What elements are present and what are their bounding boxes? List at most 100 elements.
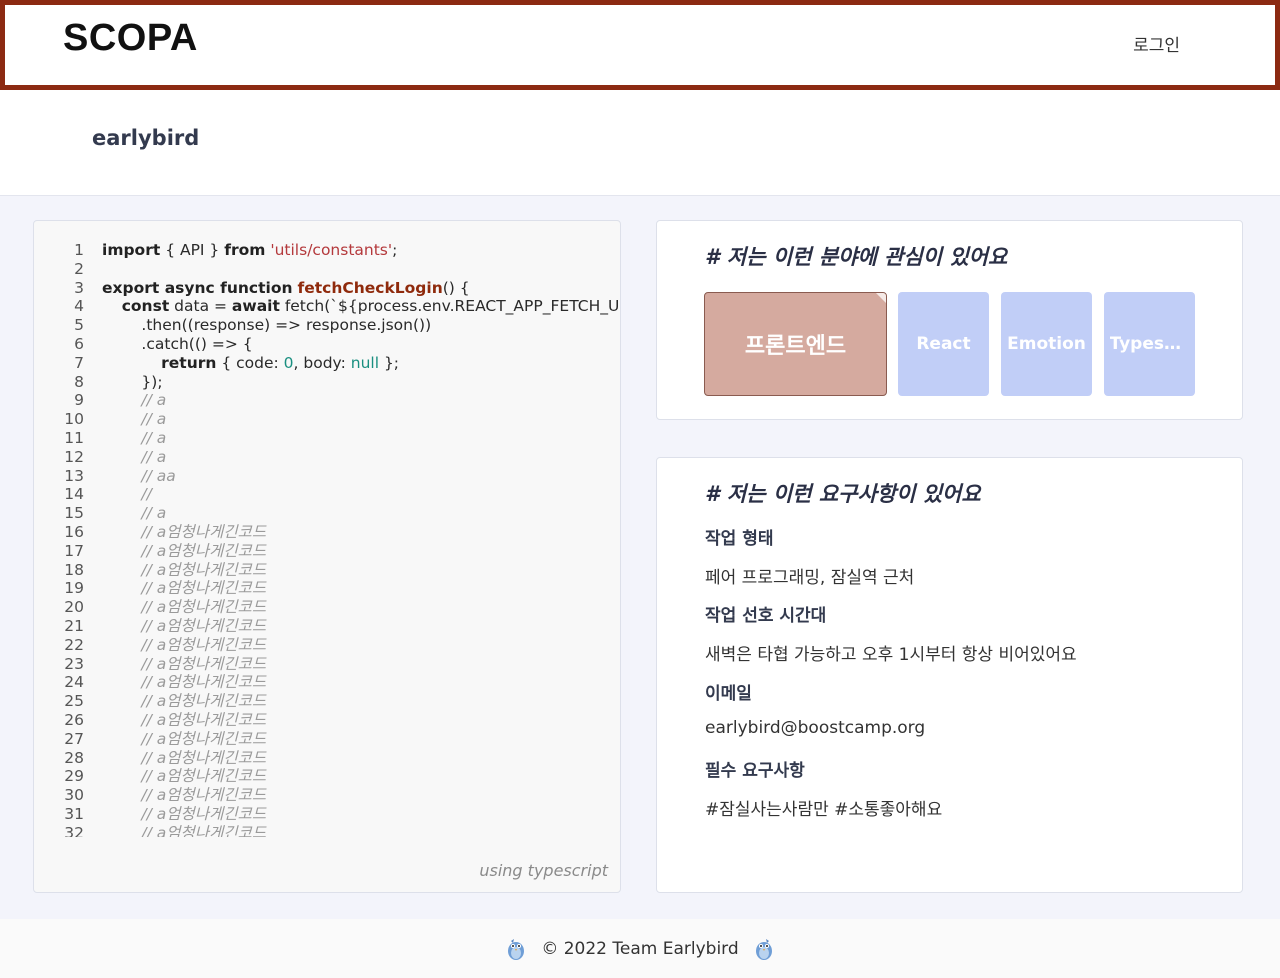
line-number: 4 xyxy=(74,297,84,316)
tag-react[interactable]: React xyxy=(898,292,989,396)
line-content: export async function fetchCheckLogin() … xyxy=(102,279,470,298)
code-token: // a엄청나게긴코드 xyxy=(102,579,267,598)
code-line: 19 // a엄청나게긴코드 xyxy=(34,579,620,598)
code-token: // a xyxy=(102,447,167,466)
line-number: 23 xyxy=(64,654,84,673)
line-content: // a xyxy=(102,504,166,523)
username: earlybird xyxy=(92,126,200,150)
requirements-title: # 저는 이런 요구사항이 있어요 xyxy=(705,482,981,506)
field-label: 작업 선호 시간대 xyxy=(705,606,827,626)
code-line: 29 // a엄청나게긴코드 xyxy=(34,767,620,786)
code-line: 3 export async function fetchCheckLogin()… xyxy=(34,278,620,298)
line-number: 32 xyxy=(64,823,84,837)
tag-label: Typescript xyxy=(1109,334,1190,354)
tag-typescript[interactable]: Typescript xyxy=(1104,292,1195,396)
code-line: 32 // a엄청나게긴코드 xyxy=(34,823,620,837)
line-content: const data = await fetch(`${process.env.… xyxy=(102,297,621,316)
line-content: // a엄청나게긴코드 xyxy=(102,579,266,598)
line-content: // a엄청나게긴코드 xyxy=(102,673,266,692)
code-line: 24 // a엄청나게긴코드 xyxy=(34,673,620,692)
code-token: fetch(`${process.env.REACT_APP_FETCH_URL… xyxy=(279,297,621,316)
footer: © 2022 Team Earlybird xyxy=(0,919,1280,978)
code-token: // a엄청나게긴코드 xyxy=(102,522,267,541)
code-token: // a xyxy=(102,504,167,523)
interest-card: # 저는 이런 분야에 관심이 있어요 프론트엔드 React Emotion … xyxy=(656,220,1243,420)
code-token: , body: xyxy=(293,353,351,372)
code-line: 26 // a엄청나게긴코드 xyxy=(34,710,620,730)
line-number: 26 xyxy=(64,710,84,729)
code-line: 11 // a xyxy=(34,428,620,448)
line-number: 6 xyxy=(74,334,84,353)
code-line: 9 // a xyxy=(34,391,620,410)
line-number: 3 xyxy=(74,278,84,297)
line-content: // a엄청나게긴코드 xyxy=(102,542,266,561)
line-content: // a엄청나게긴코드 xyxy=(102,805,266,824)
line-content: return { code: 0, body: null }; xyxy=(102,354,399,373)
code-line: 22 // a엄청나게긴코드 xyxy=(34,635,620,655)
field-preferred-time: 작업 선호 시간대 새벽은 타협 가능하고 오후 1시부터 항상 비어있어요 xyxy=(705,601,1077,665)
line-number: 9 xyxy=(74,391,84,410)
field-value: earlybird@boostcamp.org xyxy=(705,718,926,738)
code-token: return xyxy=(161,353,217,372)
line-number: 16 xyxy=(64,522,84,541)
code-token: // a엄청나게긴코드 xyxy=(102,673,267,692)
code-line: 28 // a엄청나게긴코드 xyxy=(34,748,620,768)
line-number: 27 xyxy=(64,729,84,748)
line-number: 28 xyxy=(64,748,84,767)
code-token: const xyxy=(121,297,170,316)
field-value: 새벽은 타협 가능하고 오후 1시부터 항상 비어있어요 xyxy=(705,645,1077,665)
line-content: .catch(() => { xyxy=(102,334,253,354)
line-number: 1 xyxy=(74,241,84,259)
code-line: 21 // a엄청나게긴코드 xyxy=(34,617,620,636)
line-number: 8 xyxy=(74,372,84,391)
code-card: 1 import { API } from 'utils/constants'; 2… xyxy=(33,220,621,893)
code-token: fetchCheckLogin xyxy=(297,278,443,297)
code-line: 16 // a엄청나게긴코드 xyxy=(34,522,620,542)
line-content: // a엄청나게긴코드 xyxy=(102,655,266,674)
line-number: 11 xyxy=(64,428,84,447)
line-number: 31 xyxy=(64,804,84,823)
code-token: // a엄청나게긴코드 xyxy=(102,804,267,823)
code-token: // a엄청나게긴코드 xyxy=(102,560,267,579)
code-token: data = xyxy=(169,297,232,316)
logo[interactable]: SCOPA xyxy=(63,17,198,60)
code-line: 7 return { code: 0, body: null }; xyxy=(34,354,620,373)
line-number: 20 xyxy=(64,598,84,617)
code-token: .catch(() => { xyxy=(102,334,253,353)
tag-emotion[interactable]: Emotion xyxy=(1001,292,1092,396)
code-line: 15 // a xyxy=(34,504,620,523)
code-token: // a xyxy=(102,391,167,410)
code-token: await xyxy=(231,297,280,316)
login-button[interactable]: 로그인 xyxy=(1133,31,1180,56)
code-block[interactable]: 1 import { API } from 'utils/constants'; 2… xyxy=(34,241,621,837)
bird-icon xyxy=(755,938,772,960)
code-line: 1 import { API } from 'utils/constants'; xyxy=(34,241,620,260)
code-line: 23 // a엄청나게긴코드 xyxy=(34,654,620,674)
code-line: 2 xyxy=(34,260,620,279)
line-content: // a xyxy=(102,429,166,448)
code-line: 10 // a xyxy=(34,410,620,429)
code-token: () { xyxy=(442,278,470,297)
code-token: ; xyxy=(392,241,398,259)
field-value: #잠실사는사람만 #소통좋아해요 xyxy=(705,800,943,820)
code-token: .then((response) => response.json()) xyxy=(102,316,432,335)
line-number: 25 xyxy=(64,692,84,711)
line-content: // a xyxy=(102,410,166,429)
code-language-label: using typescript xyxy=(479,861,608,880)
field-required: 필수 요구사항 #잠실사는사람만 #소통좋아해요 xyxy=(705,756,942,820)
code-line: 27 // a엄청나게긴코드 xyxy=(34,729,620,749)
code-token: }); xyxy=(102,372,163,391)
code-line: 18 // a엄청나게긴코드 xyxy=(34,560,620,580)
tag-main[interactable]: 프론트엔드 xyxy=(704,292,887,396)
line-number: 10 xyxy=(64,410,84,429)
code-line: 5 .then((response) => response.json()) xyxy=(34,316,620,335)
code-token: // a xyxy=(102,428,167,447)
code-token: // a엄청나게긴코드 xyxy=(102,635,267,654)
code-token: // a엄청나게긴코드 xyxy=(102,767,267,786)
code-token: // a엄청나게긴코드 xyxy=(102,729,267,748)
code-token: // a엄청나게긴코드 xyxy=(102,823,267,837)
line-content: // a엄청나게긴코드 xyxy=(102,523,266,542)
profile-header: earlybird xyxy=(0,90,1280,196)
code-token: from xyxy=(224,241,266,259)
